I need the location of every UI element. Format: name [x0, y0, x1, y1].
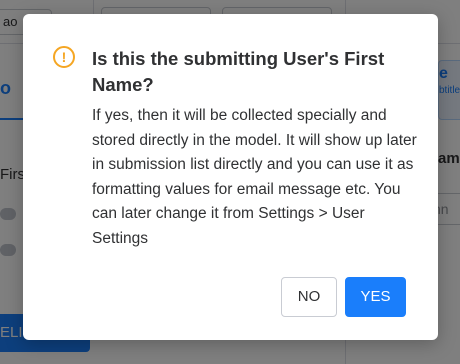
- no-button[interactable]: NO: [281, 277, 337, 317]
- warning-circle-icon: !: [53, 46, 75, 68]
- yes-button[interactable]: YES: [345, 277, 406, 317]
- dialog-title: Is this the submitting User's First Name…: [92, 48, 385, 95]
- dialog-message: If yes, then it will be collected specia…: [92, 107, 417, 247]
- confirm-dialog: ! Is this the submitting User's First Na…: [23, 14, 438, 340]
